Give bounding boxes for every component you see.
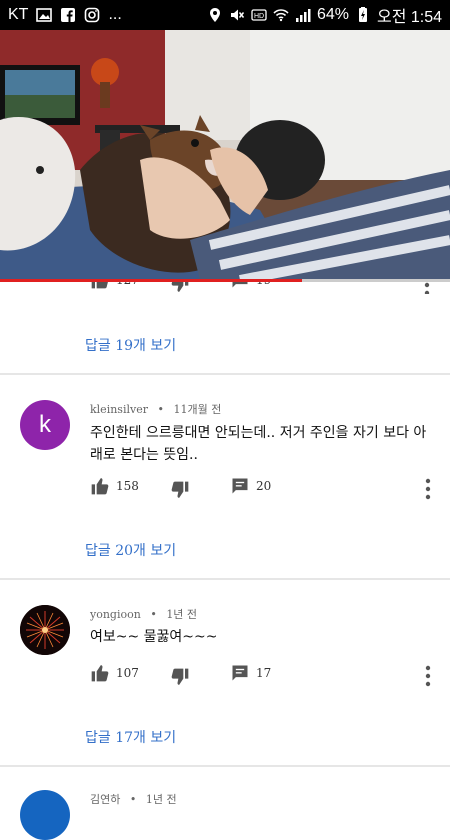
location-icon: [209, 8, 220, 22]
reply-count: 19: [256, 282, 271, 287]
video-player[interactable]: [0, 30, 450, 280]
comment-author[interactable]: kleinsilver: [90, 403, 148, 416]
reply-button[interactable]: 19: [230, 282, 271, 290]
battery-percent: 64%: [316, 6, 349, 23]
comment-icon: [232, 478, 248, 494]
more-vert-icon: [424, 282, 430, 294]
comment-menu-button[interactable]: [424, 282, 430, 294]
facebook-notification-icon: [61, 8, 76, 22]
reply-count: 20: [256, 479, 272, 493]
thumbs-down-icon: [171, 668, 189, 685]
view-replies-link[interactable]: 답글 19개 보기: [85, 335, 176, 355]
comment-menu-button[interactable]: [425, 665, 431, 691]
comment-icon: [232, 282, 248, 288]
comment-author[interactable]: yongioon: [90, 608, 141, 621]
fireworks-avatar-image: [20, 605, 70, 655]
status-right: HD 64% 오전 1:54: [207, 3, 442, 27]
comment-actions: 158 20: [90, 476, 445, 500]
clock: 오전 1:54: [376, 9, 442, 26]
avatar[interactable]: [20, 605, 70, 655]
battery-charging-icon: [358, 7, 367, 22]
svg-text:HD: HD: [254, 13, 264, 20]
dislike-button[interactable]: [170, 480, 190, 500]
divider: [0, 373, 450, 375]
more-vert-icon: [425, 665, 431, 687]
wifi-icon: [273, 9, 289, 22]
gallery-notification-icon: [36, 8, 53, 22]
comment-icon: [232, 665, 248, 681]
carrier-label: KT: [8, 6, 29, 23]
thumbs-up-icon: [91, 665, 109, 682]
comment-menu-button[interactable]: [425, 478, 431, 504]
mute-icon: [230, 9, 245, 21]
view-replies-link[interactable]: 답글 20개 보기: [85, 540, 176, 560]
avatar-letter: k: [39, 411, 51, 438]
thumbs-up-icon: [91, 282, 108, 289]
like-button[interactable]: 107: [90, 663, 139, 683]
hd-voice-icon: HD: [251, 9, 267, 21]
divider: [0, 578, 450, 580]
instagram-notification-icon: [85, 7, 100, 23]
avatar[interactable]: [20, 790, 70, 840]
divider: [0, 765, 450, 767]
comment-time: 1년 전: [166, 608, 198, 621]
comment-text: 여보~~ 물꿇여~~~: [90, 629, 218, 645]
reply-button[interactable]: 17: [230, 663, 271, 683]
view-replies-link[interactable]: 답글 17개 보기: [85, 727, 176, 747]
thumbs-down-icon: [171, 481, 189, 498]
signal-icon: [295, 9, 311, 22]
like-count: 107: [116, 666, 139, 680]
reply-button[interactable]: 20: [230, 476, 271, 496]
comment-text: 주인한테 으르릉대면 안되는데.. 저거 주인을 자기 보다 아래로 본다는 뜻…: [90, 425, 427, 463]
dislike-button[interactable]: [170, 282, 190, 294]
video-frame: [0, 30, 450, 280]
like-count: 158: [116, 479, 139, 493]
comment-actions: 107 17: [90, 663, 445, 687]
dislike-button[interactable]: [170, 667, 190, 687]
like-count: 127: [116, 282, 139, 287]
status-left: KT ...: [8, 6, 122, 24]
more-vert-icon: [425, 478, 431, 500]
reply-count: 17: [256, 666, 272, 680]
thumbs-up-icon: [91, 478, 109, 495]
like-button[interactable]: 158: [90, 476, 139, 496]
thumbs-down-icon: [171, 282, 189, 292]
comment-meta: yongioon • 1년 전: [90, 608, 198, 621]
comment-meta: 김연하 • 1년 전: [90, 793, 177, 806]
more-notifications-label: ...: [108, 6, 122, 23]
comment-meta: kleinsilver • 11개월 전: [90, 403, 222, 416]
partial-comment-actions: 127 19: [0, 282, 450, 294]
status-bar: KT ... HD 64% 오전 1:54: [0, 0, 450, 30]
like-button[interactable]: 127: [90, 282, 139, 290]
avatar[interactable]: k: [20, 400, 70, 450]
comment-time: 11개월 전: [173, 403, 222, 416]
